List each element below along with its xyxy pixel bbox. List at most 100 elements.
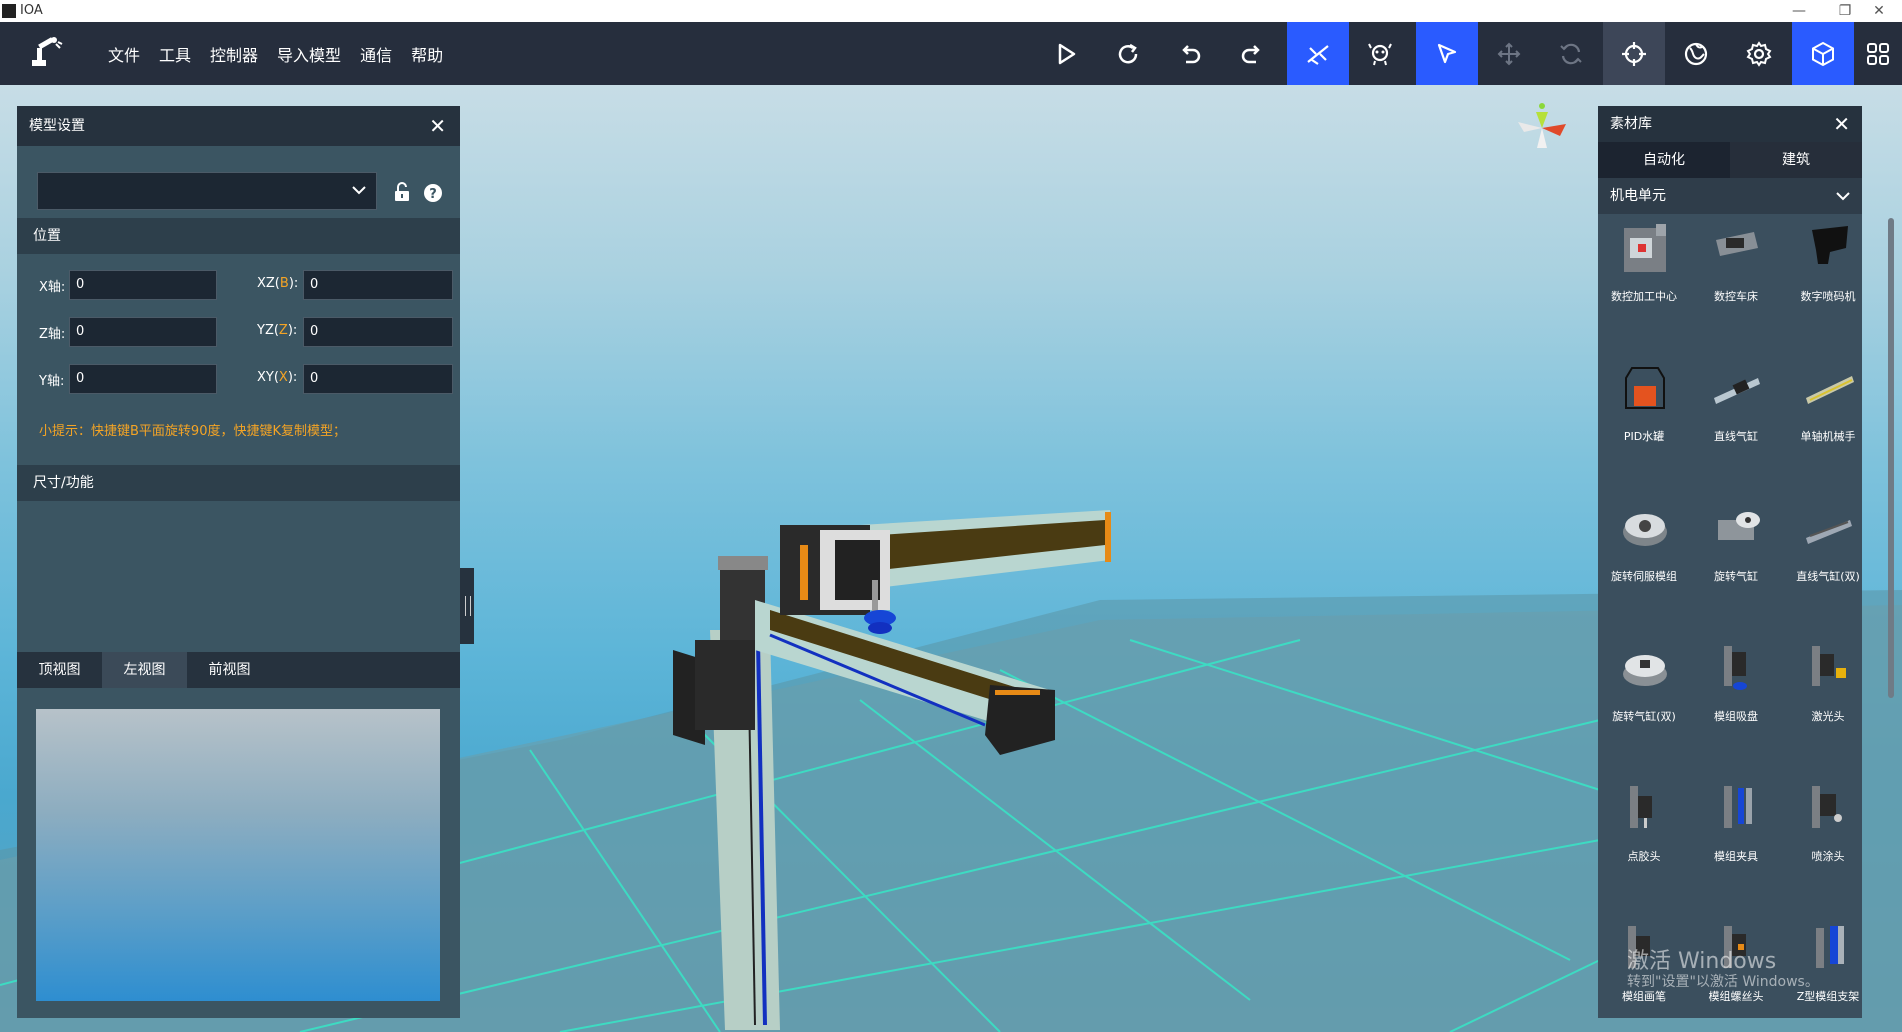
grid-icon: [1867, 42, 1889, 65]
asset-grid: 数控加工中心 数控车床 数字喷码机 PID水罐 直线气缸 单轴机械手 旋转伺服模…: [1598, 218, 1862, 1018]
unlock-icon[interactable]: [393, 182, 411, 202]
move-icon: [1497, 42, 1521, 65]
help-icon[interactable]: ?: [423, 183, 443, 203]
dispensing-head-icon: [1630, 786, 1652, 828]
gripper-icon: [1724, 786, 1752, 828]
suction-cup-icon: [1724, 646, 1747, 690]
settings-button[interactable]: [1728, 22, 1790, 85]
fly-mode-icon: [1307, 44, 1329, 65]
xz-rotation-label: XZ(B):: [257, 276, 299, 291]
tab-top-view[interactable]: 顶视图: [17, 652, 102, 688]
asset-spray-head[interactable]: 喷涂头: [1782, 778, 1874, 912]
crosshair-button[interactable]: [1603, 22, 1665, 85]
close-window-button[interactable]: ✕: [1856, 0, 1902, 22]
asset-dispensing-head[interactable]: 点胶头: [1598, 778, 1690, 912]
menu-tools[interactable]: 工具: [159, 42, 191, 66]
category-label: 机电单元: [1610, 188, 1666, 204]
os-title-bar: IOA — ❐ ✕: [0, 0, 1902, 22]
menu-controller[interactable]: 控制器: [210, 42, 258, 66]
refresh-icon: [1118, 43, 1138, 63]
tab-architecture[interactable]: 建筑: [1730, 142, 1862, 178]
robot-button[interactable]: [1349, 22, 1411, 85]
z-bracket-icon: [1816, 926, 1844, 968]
xy-rotation-input[interactable]: 0: [303, 364, 453, 394]
tab-front-view[interactable]: 前视图: [187, 652, 272, 688]
menu-communication[interactable]: 通信: [360, 42, 392, 66]
x-axis-input[interactable]: 0: [69, 270, 217, 300]
cnc-center-icon: [1624, 224, 1666, 272]
robot-icon: [1368, 43, 1392, 65]
chevron-down-icon: [352, 186, 366, 195]
linear-cylinder-icon: [1714, 378, 1760, 404]
close-library-button[interactable]: ✕: [1833, 106, 1850, 142]
tab-left-view[interactable]: 左视图: [102, 652, 187, 688]
asset-rotary-cylinder-double[interactable]: 旋转气缸(双): [1598, 638, 1690, 772]
asset-laser-head[interactable]: 激光头: [1782, 638, 1874, 772]
app-icon: [2, 4, 16, 18]
model-select-dropdown[interactable]: [37, 172, 377, 210]
asset-library-panel: 素材库 ✕ 自动化 建筑 机电单元 数控加工中心 数控车床 数字喷码机 PID水…: [1598, 106, 1862, 1018]
robot-arm-logo-icon: [32, 37, 63, 66]
chevron-down-icon: [1836, 192, 1850, 201]
linear-cylinder-double-icon: [1806, 520, 1852, 544]
window-title: IOA: [20, 3, 43, 18]
model-settings-panel: 模型设置 ✕ ? 位置 X轴: 0 XZ(B): 0 Z轴: 0 YZ(Z): …: [17, 106, 460, 1018]
asset-module-suction-cup[interactable]: 模组吸盘: [1690, 638, 1782, 772]
crosshair-icon: [1622, 41, 1646, 66]
rotary-servo-icon: [1623, 514, 1667, 546]
refresh-button[interactable]: [1097, 22, 1159, 85]
section-size-function: 尺寸/功能: [17, 465, 460, 501]
settings-icon: [1746, 40, 1772, 67]
asset-cnc-lathe[interactable]: 数控车床: [1690, 218, 1782, 352]
close-panel-button[interactable]: ✕: [429, 106, 446, 146]
fly-mode-button[interactable]: [1287, 22, 1349, 85]
asset-rotary-cylinder[interactable]: 旋转气缸: [1690, 498, 1782, 632]
xz-rotation-input[interactable]: 0: [303, 270, 453, 300]
asset-digital-coder[interactable]: 数字喷码机: [1782, 218, 1874, 352]
tab-automation[interactable]: 自动化: [1598, 142, 1730, 178]
x-axis-label: X轴:: [39, 280, 66, 295]
y-axis-input[interactable]: 0: [69, 364, 217, 394]
menu-file[interactable]: 文件: [108, 42, 140, 66]
asset-pid-tank[interactable]: PID水罐: [1598, 358, 1690, 492]
play-button[interactable]: [1035, 22, 1097, 85]
asset-cnc-machining-center[interactable]: 数控加工中心: [1598, 218, 1690, 352]
cube-button[interactable]: [1792, 22, 1854, 85]
asset-single-axis-manipulator[interactable]: 单轴机械手: [1782, 358, 1874, 492]
redo-icon: [1241, 44, 1260, 63]
menu-help[interactable]: 帮助: [411, 42, 443, 66]
rotate-button[interactable]: [1540, 22, 1602, 85]
minimize-button[interactable]: —: [1776, 0, 1822, 22]
redo-button[interactable]: [1221, 22, 1283, 85]
asset-module-gripper[interactable]: 模组夹具: [1690, 778, 1782, 912]
cube-icon: [1812, 41, 1834, 66]
library-scrollbar[interactable]: [1888, 218, 1894, 698]
z-axis-input[interactable]: 0: [69, 317, 217, 347]
xy-rotation-label: XY(X):: [257, 370, 298, 385]
app-toolbar: 文件 工具 控制器 导入模型 通信 帮助: [0, 22, 1902, 85]
pointer-icon: [1437, 43, 1457, 63]
asset-linear-cylinder-double[interactable]: 直线气缸(双): [1782, 498, 1874, 632]
undo-button[interactable]: [1159, 22, 1221, 85]
grid-button[interactable]: [1854, 22, 1902, 85]
asset-rotary-servo-module[interactable]: 旋转伺服模组: [1598, 498, 1690, 632]
category-header[interactable]: 机电单元: [1598, 178, 1862, 214]
laser-head-icon: [1812, 646, 1846, 686]
move-button[interactable]: [1478, 22, 1540, 85]
panel-collapse-handle[interactable]: [460, 568, 474, 644]
pid-tank-icon: [1625, 367, 1665, 409]
asset-library-title: 素材库: [1598, 106, 1862, 142]
rotary-cylinder-icon: [1718, 512, 1760, 540]
z-axis-label: Z轴:: [39, 327, 66, 342]
menu-bar: 文件 工具 控制器 导入模型 通信 帮助: [108, 22, 462, 85]
digital-coder-icon: [1812, 226, 1848, 264]
globe-icon: [1684, 42, 1708, 65]
yz-rotation-input[interactable]: 0: [303, 317, 453, 347]
spray-head-icon: [1812, 786, 1842, 828]
globe-button[interactable]: [1665, 22, 1727, 85]
cnc-lathe-icon: [1716, 232, 1758, 256]
asset-linear-cylinder[interactable]: 直线气缸: [1690, 358, 1782, 492]
pointer-button[interactable]: [1416, 22, 1478, 85]
menu-import-model[interactable]: 导入模型: [277, 42, 341, 66]
activation-watermark-subtitle: 转到"设置"以激活 Windows。: [1627, 974, 1819, 990]
